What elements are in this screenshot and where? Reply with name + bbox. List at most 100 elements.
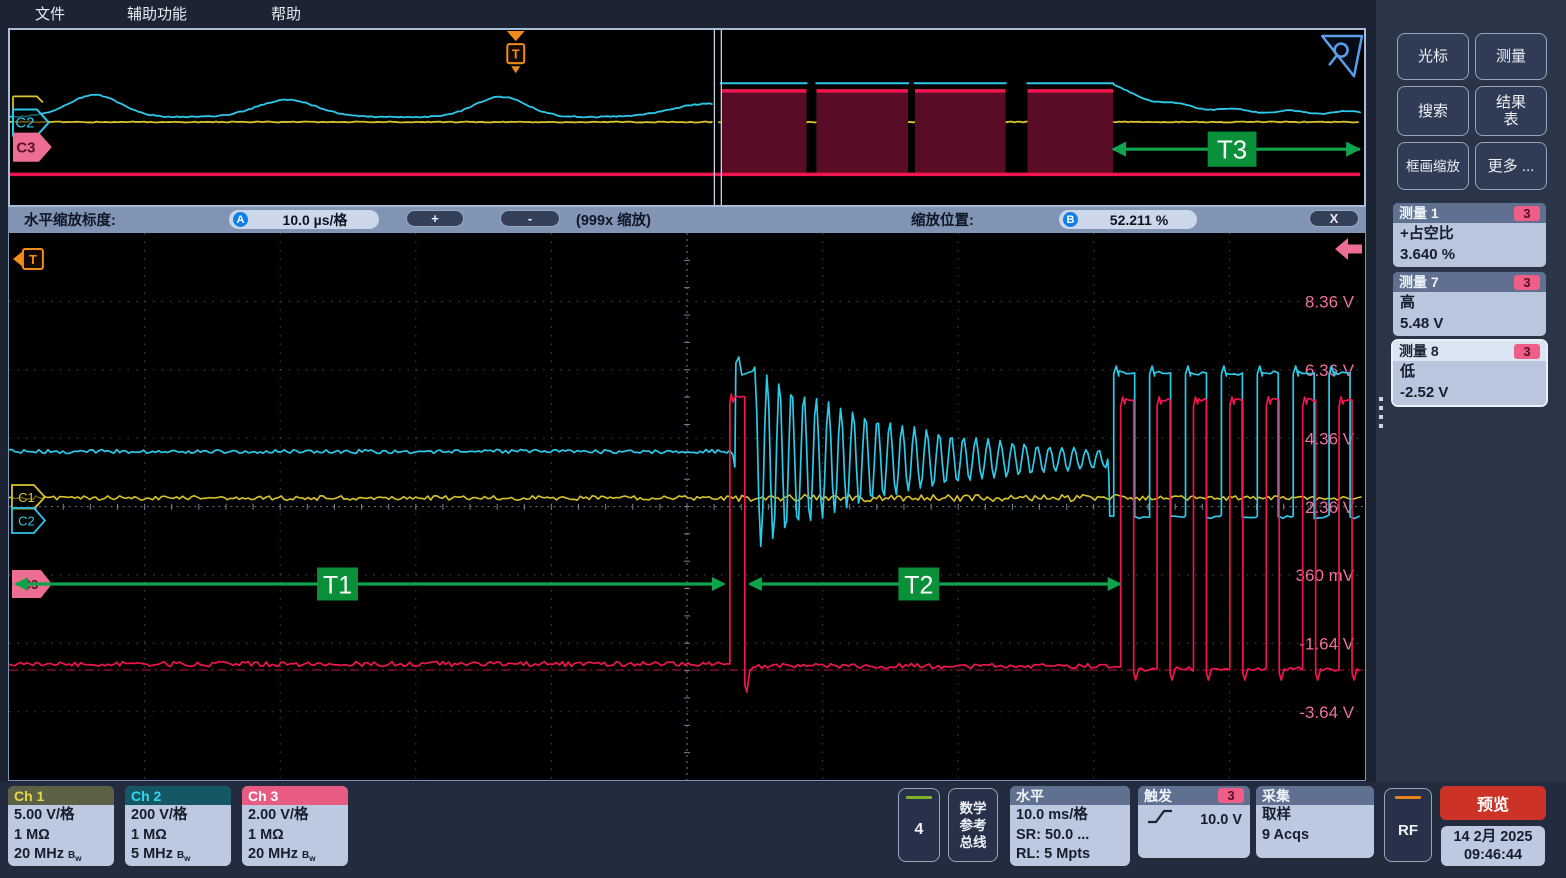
ch3-bandwidth: 20 MHz Bw [248,845,342,866]
measurement-badge-1[interactable]: 测量 1 3 +占空比 3.640 % [1393,203,1546,267]
measurement-title: 测量 7 [1399,272,1439,292]
svg-text:T: T [29,252,37,267]
svg-text:C2: C2 [15,114,34,131]
measurement-name: 低 [1400,361,1539,382]
svg-text:C1: C1 [18,490,35,505]
zoom-position-label: 缩放位置: [911,207,974,232]
trigger-position-marker[interactable] [13,251,23,267]
time: 09:46:44 [1464,846,1522,864]
measurement-source-badge: 3 [1514,344,1540,359]
acquisition-title: 采集 [1256,786,1374,805]
cursors-button[interactable]: 光标 [1397,33,1469,80]
svg-text:C3: C3 [16,140,35,157]
svg-text:T3: T3 [1217,135,1247,165]
waveform-overview[interactable]: T T3 C2 C3 [8,28,1366,207]
measurement-value: 5.48 V [1400,313,1539,334]
bottom-settings-bar: Ch 1 5.00 V/格 1 MΩ 20 MHz Bw Ch 2 200 V/… [0,782,1566,878]
measurement-badge-7[interactable]: 测量 7 3 高 5.48 V [1393,272,1546,336]
math-ref-bus-button[interactable]: 数学 参考 总线 [948,788,998,862]
measurement-name: +占空比 [1400,223,1539,244]
menu-help[interactable]: 帮助 [271,3,301,24]
zoom-factor-label: (999x 缩放) [576,207,651,232]
ch3-scale: 2.00 V/格 [248,806,342,826]
rf-badge[interactable]: RF [1384,788,1432,862]
menu-utility[interactable]: 辅助功能 [127,3,187,24]
trigger-title: 触发 [1144,786,1172,806]
scale-label: -3.64 V [1299,703,1354,722]
channel-2-name: Ch 2 [125,786,231,805]
channel-2-badge[interactable]: Ch 2 200 V/格 1 MΩ 5 MHz Bw [125,786,231,866]
overview-ch2 [1113,84,1360,114]
overview-trigger-marker[interactable] [507,31,525,41]
menu-file[interactable]: 文件 [35,3,65,24]
horizontal-scale: 10.0 ms/格 [1016,806,1124,826]
measurement-name: 高 [1400,292,1539,313]
waveform-ch3 [9,394,1359,692]
measurement-title: 测量 1 [1399,203,1439,223]
ch1-impedance: 1 MΩ [14,826,108,846]
scale-label: 360 mV [1296,566,1355,585]
trigger-level-marker[interactable] [1335,238,1362,260]
horizontal-title: 水平 [1010,786,1130,805]
waveform-ch1 [9,495,1361,502]
ch2-scale: 200 V/格 [131,806,225,826]
scale-label: -1.64 V [1299,635,1354,654]
measurement-source-badge: 3 [1514,206,1540,221]
preview-status-button[interactable]: 预览 [1440,786,1546,820]
trigger-level-value: 10.0 V [1180,812,1242,828]
date: 14 2月 2025 [1453,828,1532,846]
ch1-bandwidth: 20 MHz Bw [14,845,108,866]
svg-text:T: T [512,47,520,62]
overview-burst-block [1027,89,1113,173]
digital-channel-badge[interactable]: 4 [898,788,940,862]
knob-a-badge: A [233,212,248,227]
ch2-bandwidth: 5 MHz Bw [131,845,225,866]
rising-edge-icon [1146,808,1174,831]
zoom-scale-text: 10.0 µs/格 [255,210,375,230]
knob-b-badge: B [1063,212,1078,227]
ch3-impedance: 1 MΩ [248,826,342,846]
more-button[interactable]: 更多 ... [1475,142,1547,190]
zoom-scale-label: 水平缩放标度: [24,207,116,232]
measure-button[interactable]: 测量 [1475,33,1547,80]
measurement-value: -2.52 V [1400,382,1539,403]
zoom-out-button[interactable]: - [500,210,560,227]
panel-drag-handle[interactable] [1379,397,1384,433]
measurement-source-badge: 3 [1514,275,1540,290]
trigger-source-badge: 3 [1218,788,1244,803]
zoom-close-button[interactable]: X [1309,210,1359,227]
overview-ch2 [10,95,712,118]
overview-burst-block [721,89,807,173]
horizontal-badge[interactable]: 水平 10.0 ms/格 SR: 50.0 ... RL: 5 Mpts [1010,786,1130,866]
zoom-waveform-view[interactable]: 8.36 V6.36 V4.36 V2.36 V360 mV-1.64 V-3.… [8,232,1366,781]
svg-text:T1: T1 [323,571,352,599]
zoom-in-button[interactable]: + [406,210,464,227]
trigger-badge[interactable]: 触发 3 10.0 V [1138,786,1250,858]
zoom-control-bar: 水平缩放标度: A 10.0 µs/格 + - (999x 缩放) 缩放位置: … [8,207,1366,232]
results-table-button[interactable]: 结果 表 [1475,86,1547,136]
acquisition-badge[interactable]: 采集 取样 9 Acqs [1256,786,1374,858]
overview-burst-block [816,89,908,173]
zoom-position-value[interactable]: B 52.211 % [1059,210,1197,229]
right-sidebar: 光标 测量 搜索 结果 表 框画缩放 更多 ... 测量 1 3 +占空比 3.… [1376,0,1566,782]
menu-bar: 文件 辅助功能 帮助 [0,0,1376,27]
svg-text:C2: C2 [18,513,35,528]
scale-label: 8.36 V [1305,293,1355,312]
measurement-badge-8[interactable]: 测量 8 3 低 -2.52 V [1393,341,1546,405]
channel-1-badge[interactable]: Ch 1 5.00 V/格 1 MΩ 20 MHz Bw [8,786,114,866]
search-button[interactable]: 搜索 [1397,86,1469,136]
overview-c1-label-partial [13,96,43,108]
ch1-scale: 5.00 V/格 [14,806,108,826]
date-time-display: 14 2月 2025 09:46:44 [1441,826,1545,866]
measurement-title: 测量 8 [1399,341,1439,361]
acquisition-count: 9 Acqs [1262,826,1368,846]
channel-3-badge[interactable]: Ch 3 2.00 V/格 1 MΩ 20 MHz Bw [242,786,348,866]
ch2-impedance: 1 MΩ [131,826,225,846]
oscilloscope-screen: 文件 辅助功能 帮助 Tektronix TT3C2C3 水平缩放标度: A 1… [0,0,1566,878]
zoom-scale-value[interactable]: A 10.0 µs/格 [229,210,379,229]
draw-box-zoom-button[interactable]: 框画缩放 [1397,142,1469,190]
svg-text:T2: T2 [904,571,933,599]
horizontal-record-length: RL: 5 Mpts [1016,845,1124,865]
overview-ch1 [10,122,712,123]
zoom-position-text: 52.211 % [1085,212,1193,228]
